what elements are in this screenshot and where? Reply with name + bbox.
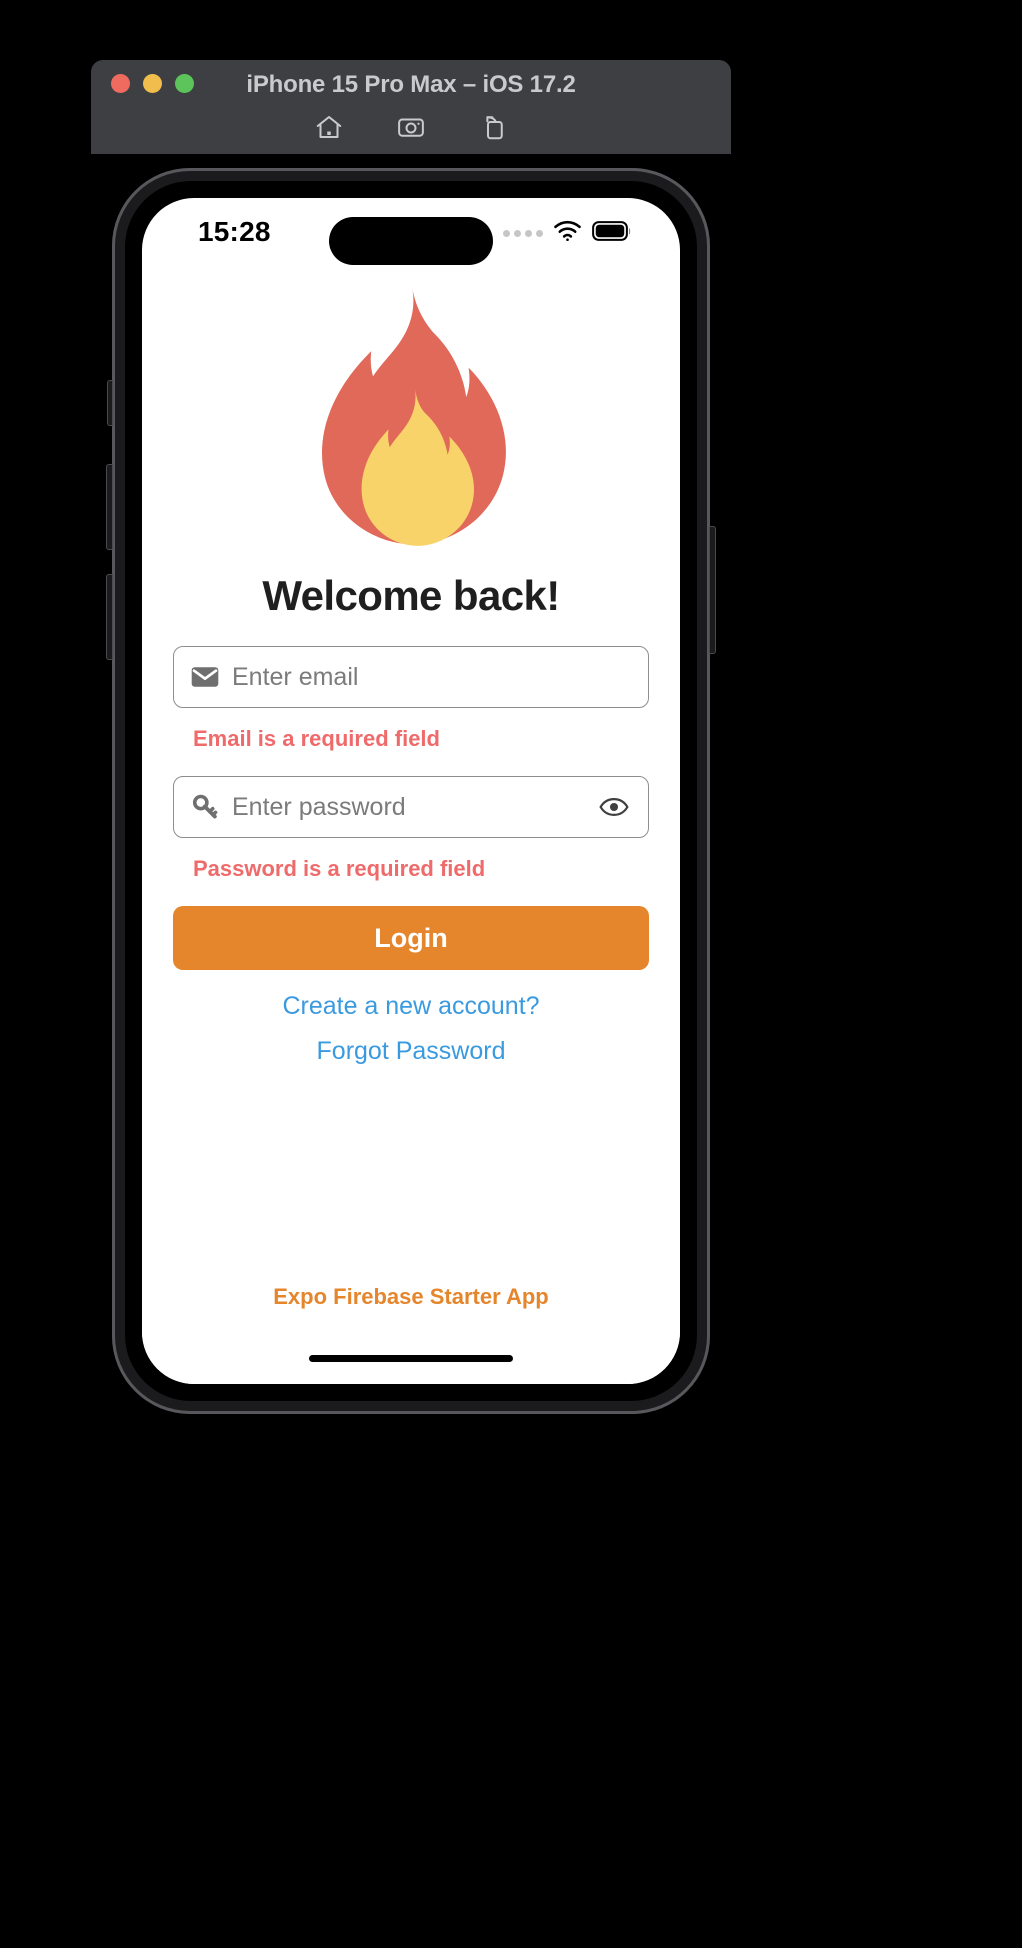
rotate-device-icon: [478, 112, 508, 142]
page-title: Welcome back!: [262, 572, 560, 619]
email-error-message: Email is a required field: [193, 726, 440, 751]
screenshot-button[interactable]: [394, 110, 428, 144]
volume-down-button[interactable]: [106, 574, 113, 660]
status-bar-time: 15:28: [198, 216, 271, 247]
wifi-icon: [553, 220, 582, 247]
home-button[interactable]: [312, 110, 346, 144]
device-screen: 15:28 Welcome back! Enter email Email is…: [142, 198, 680, 1384]
iphone-device-frame: 15:28 Welcome back! Enter email Email is…: [106, 168, 716, 1414]
simulator-title: iPhone 15 Pro Max – iOS 17.2: [246, 71, 576, 98]
screenshot-root: iPhone 15 Pro Max – iOS 17.2 15:28 Welco…: [0, 0, 1022, 1948]
envelope-icon: [190, 666, 220, 688]
device-bezel: 15:28 Welcome back! Enter email Email is…: [125, 181, 697, 1401]
simulator-window-chrome: iPhone 15 Pro Max – iOS 17.2: [91, 60, 731, 154]
forgot-password-link[interactable]: Forgot Password: [173, 1037, 649, 1066]
password-field[interactable]: Enter password: [173, 776, 649, 838]
power-button[interactable]: [709, 526, 716, 654]
password-error-message: Password is a required field: [193, 856, 486, 881]
create-account-link[interactable]: Create a new account?: [173, 992, 649, 1021]
signal-dots-icon: [503, 230, 543, 237]
key-icon: [190, 793, 220, 821]
simulator-toolbar: [91, 110, 731, 144]
flame-logo-icon: [303, 286, 519, 558]
status-bar: 15:28: [142, 198, 680, 272]
screenshot-camera-icon: [396, 112, 426, 142]
login-screen: Welcome back! Enter email Email is a req…: [142, 272, 680, 1384]
login-form: Enter email Email is a required field En…: [142, 646, 680, 1066]
email-input[interactable]: Enter email: [232, 663, 358, 692]
status-bar-indicators: [503, 220, 632, 247]
password-input[interactable]: Enter password: [232, 793, 406, 822]
email-field[interactable]: Enter email: [173, 646, 649, 708]
home-icon: [314, 112, 344, 142]
eye-icon[interactable]: [598, 791, 630, 823]
login-button[interactable]: Login: [173, 906, 649, 970]
app-logo: [142, 286, 680, 558]
silent-switch[interactable]: [107, 380, 113, 426]
battery-full-icon: [592, 221, 632, 246]
dynamic-island: [329, 217, 493, 265]
app-footer-text: Expo Firebase Starter App: [273, 1284, 549, 1309]
volume-up-button[interactable]: [106, 464, 113, 550]
home-indicator[interactable]: [309, 1355, 513, 1362]
rotate-device-button[interactable]: [476, 110, 510, 144]
